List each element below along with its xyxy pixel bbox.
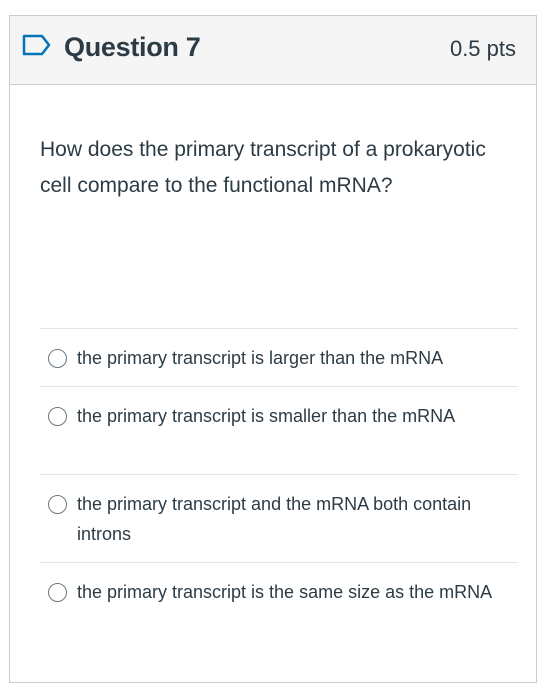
question-text: How does the primary transcript of a pro… bbox=[40, 138, 486, 197]
radio-button[interactable] bbox=[48, 349, 67, 368]
flag-bookmark-icon[interactable] bbox=[22, 34, 52, 56]
question-card: Question 7 0.5 pts How does the primary … bbox=[9, 15, 537, 683]
answer-option[interactable]: the primary transcript is the same size … bbox=[40, 562, 518, 646]
answer-option[interactable]: the primary transcript is smaller than t… bbox=[40, 386, 518, 474]
radio-button[interactable] bbox=[48, 407, 67, 426]
question-header: Question 7 0.5 pts bbox=[10, 16, 536, 85]
radio-button[interactable] bbox=[48, 495, 67, 514]
answer-label: the primary transcript is larger than th… bbox=[77, 348, 444, 368]
answer-label: the primary transcript and the mRNA both… bbox=[77, 494, 472, 544]
radio-button[interactable] bbox=[48, 583, 67, 602]
answer-option[interactable]: the primary transcript and the mRNA both… bbox=[40, 474, 518, 562]
answer-option[interactable]: the primary transcript is larger than th… bbox=[40, 328, 518, 386]
question-title: Question 7 bbox=[64, 32, 201, 62]
answer-label: the primary transcript is the same size … bbox=[77, 582, 493, 602]
answer-label: the primary transcript is smaller than t… bbox=[77, 406, 456, 426]
answer-list: the primary transcript is larger than th… bbox=[40, 328, 518, 646]
question-points: 0.5 pts bbox=[449, 36, 516, 61]
